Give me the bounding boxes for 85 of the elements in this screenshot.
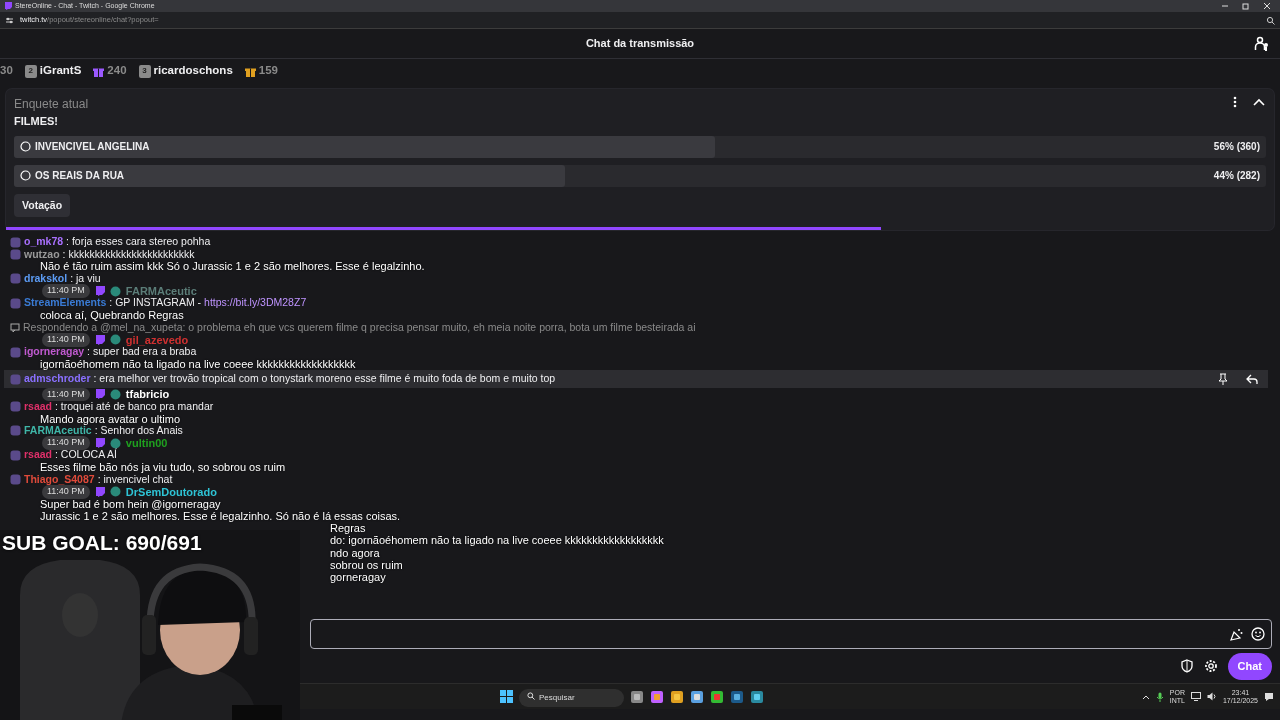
reply-icon	[10, 322, 20, 333]
pin-icon[interactable]	[1217, 373, 1229, 386]
start-icon[interactable]	[500, 690, 513, 704]
message-text: : COLOCA AÍ	[55, 447, 117, 463]
message-text: : ja viu	[70, 271, 101, 287]
reply-text: Respondendo a @mel_na_xupeta: o problema eh que vcs querem filme q precisa pensar muito, eh meia noite porra, bota um filme besteirada ai	[23, 320, 696, 335]
app-icon[interactable]	[630, 689, 644, 704]
badge-icon	[10, 401, 21, 413]
overlay-text: igornãoéhomem não ta ligado na live coeee kkkkkkkkkkkkkkkkkk	[40, 357, 356, 372]
app-icon[interactable]	[650, 689, 664, 704]
badge-icon	[109, 334, 121, 346]
leaderboard-user[interactable]: ricardoschons	[153, 62, 233, 80]
badge-icon	[10, 373, 21, 385]
badge-icon	[10, 449, 21, 461]
timestamp: 11:40 PM	[42, 333, 90, 347]
vote-button[interactable]: Votação	[14, 193, 71, 218]
badge-icon	[10, 273, 21, 285]
search-field[interactable]: Pesquisar	[519, 688, 624, 707]
emoji-icon[interactable]	[1251, 627, 1265, 642]
app-icon[interactable]	[670, 689, 684, 704]
rank-badge: 2	[24, 64, 37, 78]
message-text: : GP INSTAGRAM -	[109, 295, 202, 311]
badge-icon	[109, 486, 121, 498]
app-icon[interactable]	[750, 689, 764, 704]
badge-icon	[10, 425, 21, 437]
rank-badge: 3	[138, 64, 151, 78]
shield-icon[interactable]	[1179, 659, 1194, 674]
badge-icon	[109, 285, 121, 297]
timestamp: 11:40 PM	[42, 436, 90, 450]
party-popper-icon[interactable]	[1229, 627, 1243, 642]
users-icon[interactable]	[1254, 36, 1270, 52]
message-text: : forja esses cara stereo pohha	[66, 234, 211, 250]
app-icon[interactable]	[730, 689, 744, 704]
badge-icon	[10, 297, 21, 309]
app-icon[interactable]	[690, 689, 704, 704]
username[interactable]: admschroder	[24, 371, 91, 388]
twitch-logo-icon	[94, 389, 105, 400]
sub-goal-text: SUB GOAL: 690/691	[2, 530, 202, 555]
username[interactable]: igorneragay	[24, 344, 85, 360]
timestamp: 11:40 PM	[42, 284, 90, 298]
speaker-icon[interactable]	[1206, 692, 1217, 702]
poll-option[interactable]: OS REAIS DA RUA 44% (282)	[14, 164, 1266, 187]
radio-icon[interactable]	[20, 170, 31, 181]
badge-icon	[109, 437, 121, 449]
gift-count: 240	[107, 63, 127, 79]
zoom-icon[interactable]	[1266, 15, 1275, 25]
badge-icon	[109, 388, 121, 400]
poll-label: Enquete atual	[14, 96, 90, 113]
twitch-logo-icon	[94, 334, 105, 345]
badge-icon	[10, 474, 21, 486]
gift-count: 30	[0, 63, 13, 79]
badge-icon	[10, 249, 21, 261]
app-icon[interactable]	[710, 689, 724, 704]
site-settings-icon[interactable]	[5, 15, 14, 25]
leaderboard-user[interactable]: iGrantS	[39, 62, 82, 80]
overlay-text: Regras	[330, 521, 366, 536]
overlay-text: ndo agora	[330, 546, 380, 561]
overlay-text: Mando agora avatar o ultimo	[40, 412, 181, 426]
twitch-logo-icon	[4, 2, 12, 10]
chat-title: Chat da transmissão	[585, 36, 695, 52]
badge-icon	[10, 346, 21, 358]
chat-input[interactable]	[310, 619, 1272, 650]
link[interactable]: https://bit.ly/3DM28Z7	[204, 295, 307, 312]
overlay-text: do: igornãoéhomem não ta ligado na live coeee kkkkkkkkkkkkkkkkkk	[330, 534, 664, 549]
username[interactable]: drakskol	[24, 271, 68, 287]
overlay-text: Jurassic 1 e 2 são melhores. Esse é legalzinho. Só não é lá essas coisas.	[40, 510, 401, 524]
gift-count: 159	[258, 63, 278, 79]
twitch-logo-icon	[94, 438, 105, 449]
search-icon	[527, 692, 535, 700]
message-text: : era melhor ver trovão tropical com o tonystark moreno esse filme é muito foda de bom e muito top	[93, 371, 556, 387]
poll-option[interactable]: INVENCIVEL ANGELINA 56% (360)	[14, 135, 1266, 158]
settings-icon[interactable]	[1203, 659, 1218, 674]
notification-icon[interactable]	[1264, 691, 1274, 702]
twitch-logo-icon	[94, 286, 105, 297]
message-text: : kkkkkkkkkkkkkkkkkkkkkkkk	[62, 247, 195, 262]
badge-icon	[10, 236, 21, 248]
radio-icon[interactable]	[20, 141, 31, 152]
monitor-icon[interactable]	[1190, 692, 1201, 702]
reply-icon[interactable]	[1246, 373, 1258, 386]
poll-title: FILMES!	[14, 114, 59, 129]
chat-button[interactable]: Chat	[1227, 653, 1272, 680]
timestamp: 11:40 PM	[42, 485, 90, 499]
message-text: : super bad era a braba	[87, 345, 197, 360]
twitch-logo-icon	[94, 486, 105, 497]
microphone-icon[interactable]	[1155, 691, 1164, 702]
